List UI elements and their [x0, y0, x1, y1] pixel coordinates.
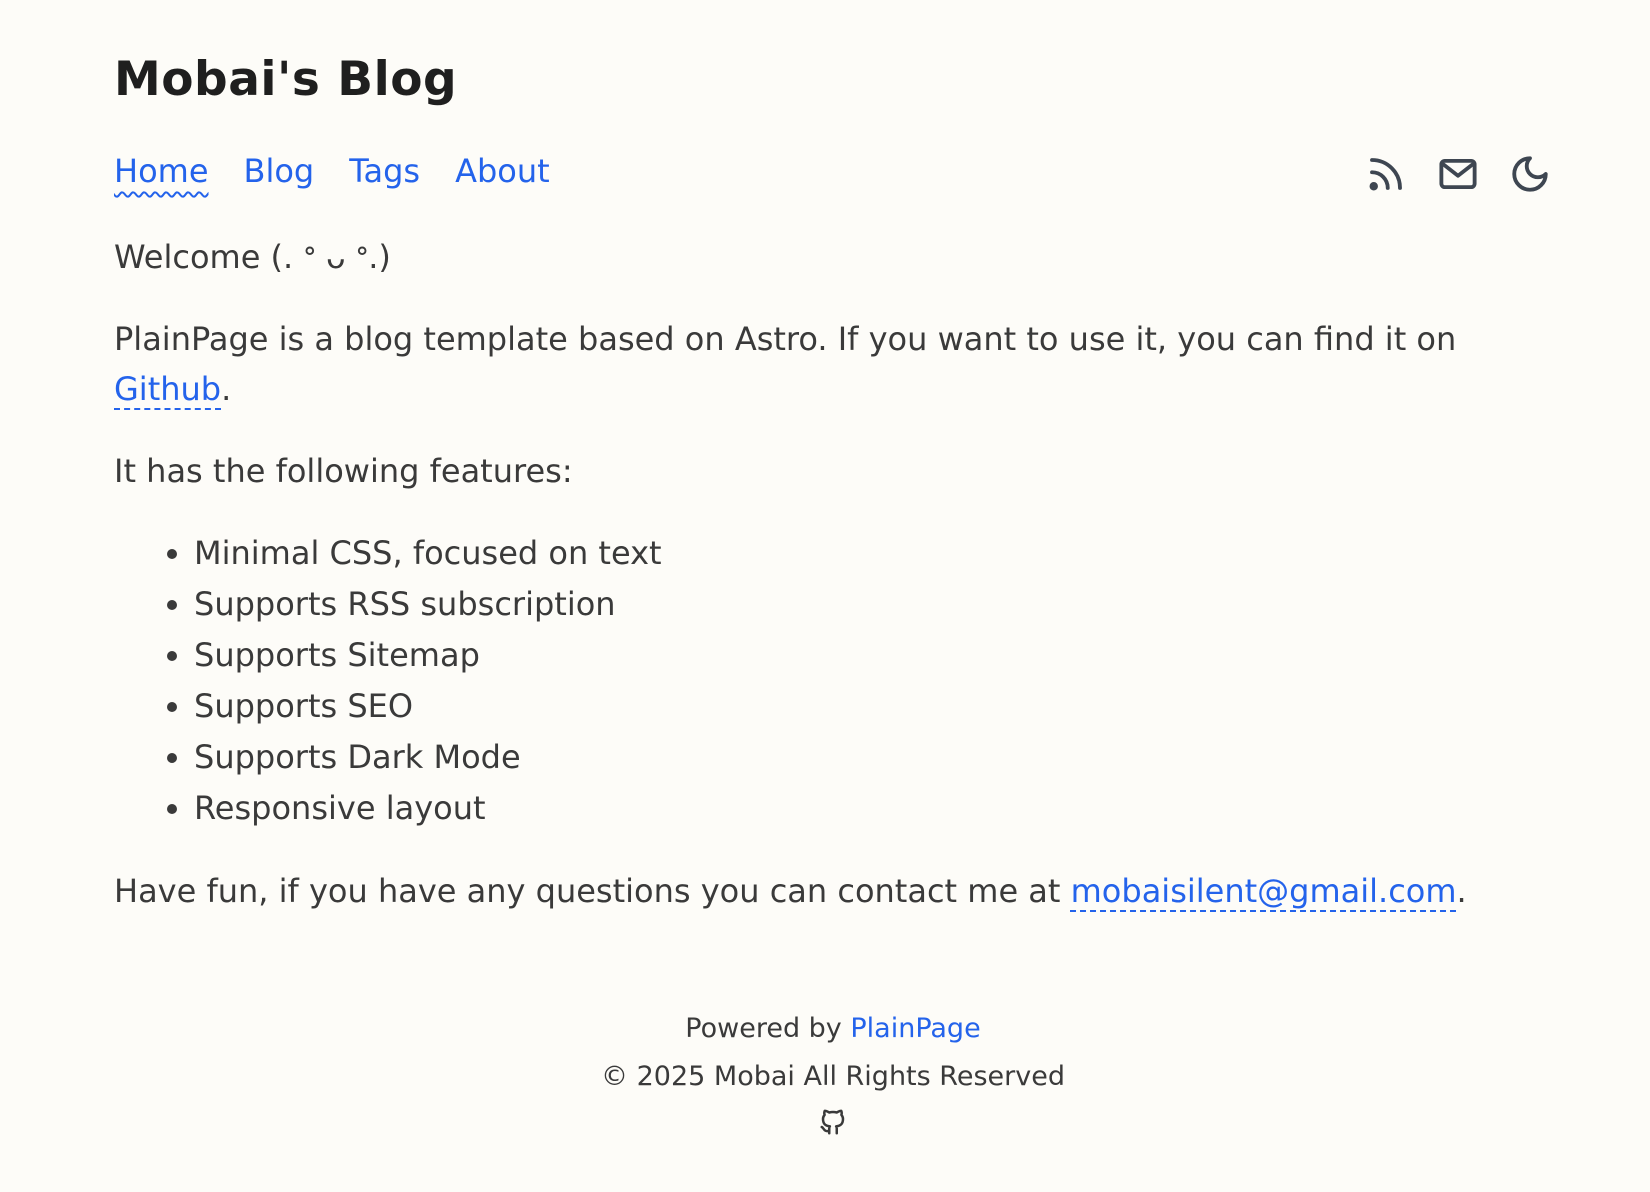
mail-icon[interactable]: [1436, 152, 1480, 196]
plainpage-link[interactable]: PlainPage: [850, 1013, 980, 1044]
nav-item-home[interactable]: Home: [114, 152, 209, 190]
powered-by: Powered by PlainPage: [0, 1005, 1650, 1053]
contact-end: .: [1456, 872, 1467, 910]
list-item: Minimal CSS, focused on text: [194, 528, 1550, 579]
footer: Powered by PlainPage © 2025 Mobai All Ri…: [0, 1005, 1650, 1153]
list-item: Supports Sitemap: [194, 630, 1550, 681]
features-heading: It has the following features:: [114, 452, 573, 490]
main-content: Welcome (. ᐤ ᴗ ᐤ.) PlainPage is a blog t…: [114, 232, 1550, 948]
contact-text: Have fun, if you have any questions you …: [114, 872, 1071, 910]
powered-by-label: Powered by: [685, 1013, 851, 1044]
contact-paragraph: Have fun, if you have any questions you …: [114, 866, 1550, 916]
intro-text: PlainPage is a blog template based on As…: [114, 320, 1457, 358]
github-icon[interactable]: [818, 1107, 848, 1137]
nav-item-about[interactable]: About: [455, 152, 550, 190]
welcome-text: Welcome (. ᐤ ᴗ ᐤ.): [114, 238, 391, 276]
nav-item-tags[interactable]: Tags: [349, 152, 420, 190]
features-list: Minimal CSS, focused on text Supports RS…: [114, 528, 1550, 834]
header-icons: [1364, 152, 1552, 196]
copyright: © 2025 Mobai All Rights Reserved: [601, 1061, 1065, 1092]
list-item: Supports RSS subscription: [194, 579, 1550, 630]
nav-item-blog[interactable]: Blog: [244, 152, 315, 190]
email-link[interactable]: mobaisilent@gmail.com: [1071, 872, 1457, 910]
list-item: Supports Dark Mode: [194, 732, 1550, 783]
rss-icon[interactable]: [1364, 152, 1408, 196]
main-nav: Home Blog Tags About: [114, 152, 550, 190]
github-link[interactable]: Github: [114, 370, 221, 408]
list-item: Responsive layout: [194, 783, 1550, 834]
site-title[interactable]: Mobai's Blog: [114, 52, 457, 107]
list-item: Supports SEO: [194, 681, 1550, 732]
intro-end: .: [221, 370, 232, 408]
intro-paragraph: PlainPage is a blog template based on As…: [114, 314, 1550, 414]
moon-icon[interactable]: [1508, 152, 1552, 196]
